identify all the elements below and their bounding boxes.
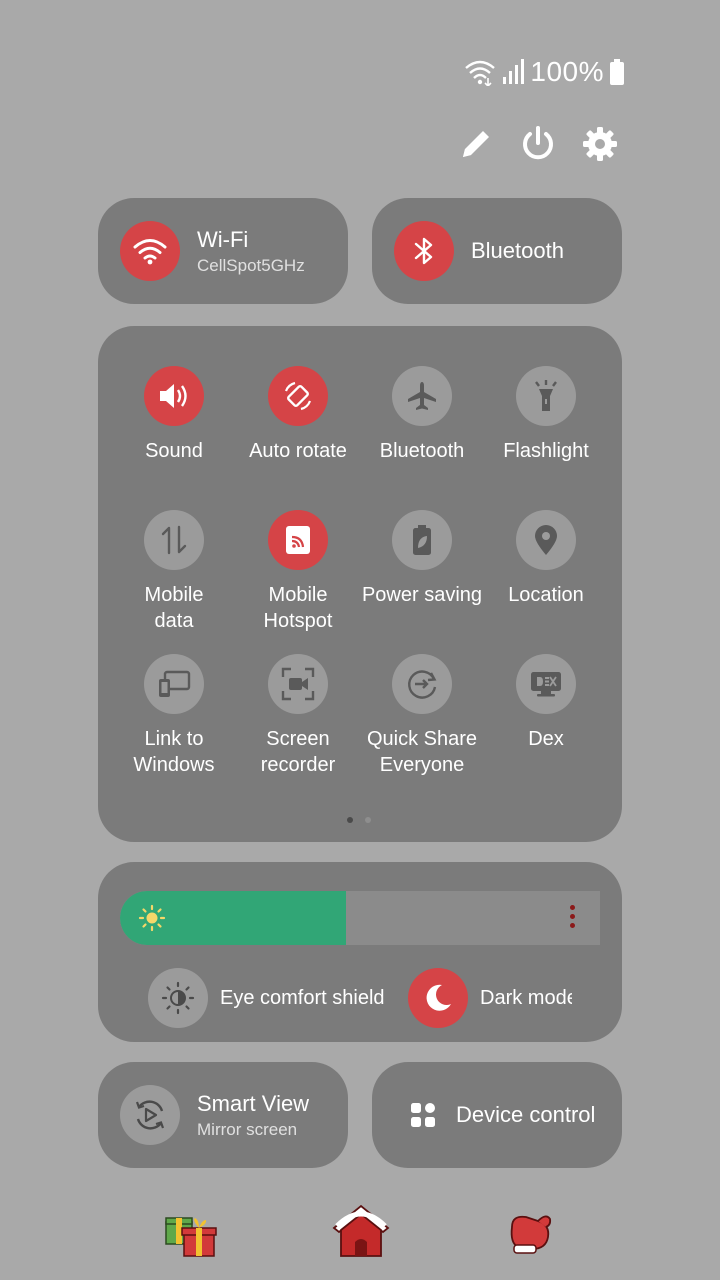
brightness-panel: Eye comfort shield Dark mode [98, 862, 622, 1042]
battery-percent: 100% [530, 56, 604, 87]
power-icon [523, 126, 553, 160]
bluetooth-tile[interactable]: Bluetooth [372, 198, 622, 304]
tile-sound[interactable]: Sound [112, 366, 236, 464]
edit-button[interactable] [456, 124, 496, 164]
power-saving-icon [413, 525, 431, 555]
sound-icon [160, 384, 187, 408]
bluetooth-toggle[interactable] [394, 221, 454, 281]
tile-label: Flashlight [503, 440, 589, 462]
page-dot [365, 817, 371, 823]
tile-label: Link to Windows [133, 728, 215, 776]
tile-label: Screen recorder [260, 728, 336, 776]
dex-icon [531, 672, 561, 697]
tile-label: Quick Share Everyone [366, 728, 478, 776]
tile-location[interactable]: Location [484, 510, 608, 608]
gifts-icon [165, 1217, 217, 1257]
moon-icon [426, 984, 451, 1011]
settings-icon [583, 127, 617, 161]
dock-mitten[interactable] [500, 1204, 560, 1264]
tile-label: Sound [145, 440, 203, 462]
tile-label: Location [508, 584, 584, 606]
link-to-windows-icon [159, 670, 191, 697]
bluetooth-label: Bluetooth [471, 238, 564, 263]
cell-signal-icon [503, 59, 525, 84]
tile-power-saving[interactable]: Power saving [360, 510, 484, 608]
device-control-icon [411, 1103, 435, 1127]
power-button[interactable] [518, 124, 558, 164]
wifi-toggle[interactable] [120, 221, 180, 281]
hotspot-icon [286, 526, 310, 554]
auto-rotate-icon [284, 381, 312, 411]
tile-quick-share[interactable]: Quick Share Everyone [360, 654, 484, 778]
flashlight-icon [535, 380, 557, 411]
tile-auto-rotate[interactable]: Auto rotate [236, 366, 360, 464]
tile-label: Auto rotate [249, 440, 347, 462]
page-indicator [347, 817, 371, 823]
tile-label: Mobile data [144, 584, 204, 632]
smart-view-tile[interactable]: Smart View Mirror screen [98, 1062, 348, 1168]
brightness-sun-icon [138, 904, 166, 932]
dock-home[interactable] [330, 1200, 392, 1262]
tile-flashlight[interactable]: Flashlight [484, 366, 608, 464]
quick-share-icon [408, 670, 437, 699]
dark-mode-label: Dark mode [480, 986, 572, 1009]
more-options-icon[interactable] [568, 905, 576, 928]
wifi-signal-icon [465, 60, 496, 86]
eye-comfort-toggle[interactable]: Eye comfort shield [148, 968, 385, 1028]
smart-view-sub: Mirror screen [197, 1119, 298, 1139]
location-icon [535, 525, 557, 555]
top-actions [456, 124, 620, 164]
tile-label: Bluetooth [379, 440, 465, 462]
edit-icon [463, 131, 489, 157]
tile-mobile-hotspot[interactable]: Mobile Hotspot [236, 510, 360, 634]
airplane-icon [408, 382, 436, 410]
mitten-icon [510, 1215, 552, 1254]
battery-icon [610, 59, 624, 85]
dock-gifts[interactable] [160, 1204, 220, 1264]
wifi-icon [133, 239, 167, 265]
tile-mobile-data[interactable]: Mobile data [112, 510, 236, 634]
smart-view-icon [135, 1100, 165, 1130]
dark-mode-toggle[interactable]: Dark mode [408, 968, 572, 1028]
mobile-data-icon [161, 525, 187, 555]
device-control-label: Device control [456, 1102, 596, 1127]
wifi-network: CellSpot5GHz [197, 255, 305, 275]
settings-button[interactable] [580, 124, 620, 164]
page-dot-active [347, 817, 353, 823]
quick-settings-panel: Sound Auto rotate Bluetooth Flashlight M… [98, 326, 622, 842]
smart-view-label: Smart View [197, 1090, 310, 1116]
house-icon [332, 1204, 390, 1257]
tile-label: Dex [528, 728, 564, 750]
tile-screen-recorder[interactable]: Screen recorder [236, 654, 360, 778]
bluetooth-icon [414, 237, 433, 265]
eye-comfort-icon [161, 981, 195, 1015]
screen-recorder-icon [281, 667, 315, 701]
wifi-label: Wi-Fi [197, 226, 249, 252]
device-control-tile[interactable]: Device control [372, 1062, 622, 1168]
tile-label: Mobile Hotspot [263, 584, 333, 632]
brightness-slider[interactable] [120, 891, 600, 945]
tile-label: Power saving [361, 584, 483, 606]
tile-airplane[interactable]: Bluetooth [360, 366, 484, 464]
status-bar: 100% [464, 56, 624, 88]
tile-link-to-windows[interactable]: Link to Windows [112, 654, 236, 778]
tile-dex[interactable]: Dex [484, 654, 608, 752]
eye-comfort-label: Eye comfort shield [220, 986, 385, 1009]
wifi-tile[interactable]: Wi-Fi CellSpot5GHz [98, 198, 348, 304]
